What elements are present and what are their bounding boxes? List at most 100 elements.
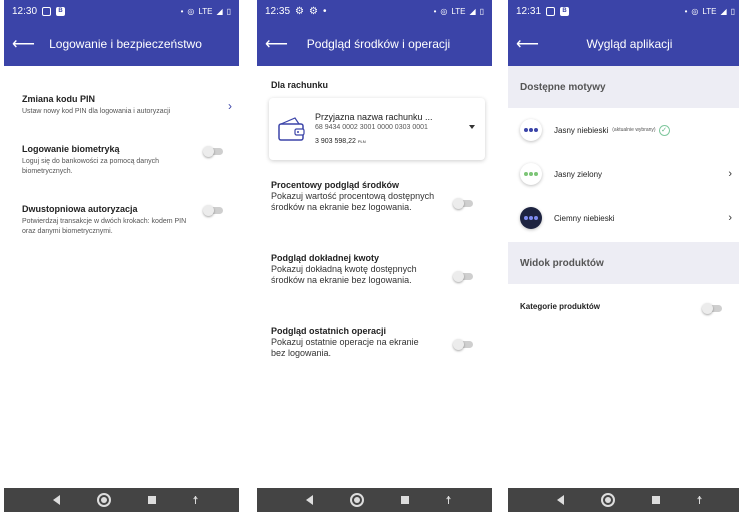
- signal-icon: ◢: [216, 6, 223, 16]
- toggle-knob: [453, 339, 464, 350]
- nav-home-icon[interactable]: [96, 493, 111, 507]
- status-bar: 12:35 ⚙ ⚙ • • ◎ LTE ◢ ▯: [257, 0, 492, 22]
- toggle-knob: [702, 303, 713, 314]
- status-bar: 12:30 B • ◎ LTE ◢ ▯: [4, 0, 239, 22]
- theme-dark-blue[interactable]: Ciemny niebieski ›: [520, 207, 732, 229]
- page-title: Wygląd aplikacji: [586, 37, 673, 51]
- product-categories-label: Kategorie produktów: [520, 302, 601, 311]
- nav-home-icon[interactable]: [600, 493, 615, 507]
- app-bar: ⟵ Podgląd środków i operacji: [257, 22, 492, 66]
- accessibility-icon[interactable]: ☨: [446, 494, 452, 507]
- dropdown-arrow-icon[interactable]: [469, 125, 475, 129]
- dot-icon: •: [180, 6, 184, 16]
- nav-home-icon[interactable]: [349, 493, 364, 507]
- accessibility-icon[interactable]: ☨: [193, 494, 199, 507]
- themes-header-label: Dostępne motywy: [520, 81, 606, 93]
- settings-icon: ⚙: [309, 5, 318, 17]
- percent-preview-item: Procentowy podgląd środków Pokazuj warto…: [271, 180, 451, 213]
- change-pin-desc: Ustaw nowy kod PIN dla logowania i autor…: [22, 108, 171, 115]
- biometric-login-title: Logowanie biometryką: [22, 144, 120, 154]
- product-categories-toggle[interactable]: [702, 303, 722, 314]
- back-arrow-icon[interactable]: ⟵: [265, 34, 289, 54]
- nav-recents-icon[interactable]: [147, 496, 156, 504]
- percent-preview-title: Procentowy podgląd środków: [271, 180, 400, 190]
- screen-security: 12:30 B • ◎ LTE ◢ ▯ ⟵ Logowanie i bezpie…: [4, 0, 239, 512]
- products-header-label: Widok produktów: [520, 257, 604, 269]
- dot-icon: •: [684, 6, 688, 16]
- battery-icon: ▯: [226, 6, 231, 16]
- check-circle-icon: ✓: [658, 124, 670, 136]
- themes-section-header: Dostępne motywy: [508, 66, 739, 108]
- toggle-knob: [453, 271, 464, 282]
- signal-icon: ◢: [469, 6, 476, 16]
- nav-back-icon[interactable]: [305, 495, 313, 505]
- theme-light-green[interactable]: Jasny zielony ›: [520, 163, 732, 185]
- system-nav-bar: ☨: [257, 488, 492, 512]
- status-bar: 12:31 B • ◎ LTE ◢ ▯: [508, 0, 739, 22]
- screenshot-icon: [42, 6, 52, 16]
- dot-icon: •: [322, 5, 327, 17]
- settings-icon: ⚙: [295, 5, 304, 17]
- chevron-right-icon[interactable]: ›: [228, 99, 232, 113]
- recent-operations-toggle[interactable]: [453, 339, 473, 350]
- dot-icon: •: [433, 6, 437, 16]
- change-pin-title: Zmiana kodu PIN: [22, 94, 96, 104]
- toggle-knob: [203, 205, 214, 216]
- recent-operations-desc: Pokazuj ostatnie operacje na ekranie bez…: [271, 337, 419, 358]
- hotspot-icon: ◎: [187, 6, 195, 16]
- biometric-login-toggle[interactable]: [203, 146, 223, 157]
- system-nav-bar: ☨: [508, 488, 739, 512]
- account-currency: PLN: [357, 139, 366, 144]
- status-time: 12:31: [516, 5, 542, 17]
- account-section-label: Dla rachunku: [271, 80, 329, 90]
- status-time: 12:35: [265, 5, 291, 17]
- page-title: Podgląd środków i operacji: [306, 37, 451, 51]
- theme-label: Jasny zielony: [554, 169, 603, 179]
- biometric-login-item: Logowanie biometryką Loguj się do bankow…: [22, 144, 232, 177]
- two-step-auth-toggle[interactable]: [203, 205, 223, 216]
- nav-back-icon[interactable]: [52, 495, 60, 505]
- account-balance: 3 903 598,22 PLN: [315, 138, 366, 145]
- battery-icon: ▯: [479, 6, 484, 16]
- theme-swatch: [520, 207, 542, 229]
- change-pin-item[interactable]: Zmiana kodu PIN Ustaw nowy kod PIN dla l…: [22, 94, 232, 117]
- screenshot-icon: [546, 6, 556, 16]
- exact-amount-desc: Pokazuj dokładną kwotę dostępnych środkó…: [271, 264, 417, 285]
- back-arrow-icon[interactable]: ⟵: [516, 34, 540, 54]
- screen-balance-preview: 12:35 ⚙ ⚙ • • ◎ LTE ◢ ▯ ⟵ Podgląd środkó…: [257, 0, 492, 512]
- account-balance-value: 3 903 598,22: [315, 138, 356, 145]
- signal-icon: ◢: [720, 6, 727, 16]
- accessibility-icon[interactable]: ☨: [697, 494, 703, 507]
- exact-amount-toggle[interactable]: [453, 271, 473, 282]
- biometric-login-desc: Loguj się do bankowości za pomocą danych…: [22, 158, 159, 175]
- page-title: Logowanie i bezpieczeństwo: [49, 37, 202, 51]
- theme-swatch: [520, 119, 542, 141]
- products-section-header: Widok produktów: [508, 242, 739, 284]
- percent-preview-desc: Pokazuj wartość procentową dostępnych śr…: [271, 191, 435, 212]
- account-selector[interactable]: Przyjazna nazwa rachunku ... 68 9434 000…: [269, 98, 485, 160]
- nav-recents-icon[interactable]: [400, 496, 409, 504]
- theme-swatch: [520, 163, 542, 185]
- back-arrow-icon[interactable]: ⟵: [12, 34, 36, 54]
- app-b-icon: B: [56, 6, 66, 16]
- network-label: LTE: [702, 6, 717, 16]
- theme-light-blue[interactable]: Jasny niebieski (aktualnie wybrany) ✓: [520, 119, 732, 141]
- hotspot-icon: ◎: [440, 6, 448, 16]
- status-time: 12:30: [12, 5, 38, 17]
- nav-recents-icon[interactable]: [651, 496, 660, 504]
- exact-amount-item: Podgląd dokładnej kwoty Pokazuj dokładną…: [271, 253, 451, 286]
- network-label: LTE: [198, 6, 213, 16]
- percent-preview-toggle[interactable]: [453, 198, 473, 209]
- theme-label: Jasny niebieski: [554, 125, 609, 135]
- chevron-right-icon: ›: [728, 212, 732, 224]
- two-step-auth-desc: Potwierdzaj transakcje w dwóch krokach: …: [22, 218, 187, 235]
- current-theme-note: (aktualnie wybrany): [612, 127, 656, 133]
- account-number: 68 9434 0002 3001 0000 0303 0001: [315, 124, 428, 131]
- toggle-knob: [203, 146, 214, 157]
- network-label: LTE: [451, 6, 466, 16]
- app-b-icon: B: [560, 6, 570, 16]
- battery-icon: ▯: [730, 6, 735, 16]
- wallet-icon: [278, 117, 305, 141]
- recent-operations-item: Podgląd ostatnich operacji Pokazuj ostat…: [271, 326, 451, 359]
- nav-back-icon[interactable]: [556, 495, 564, 505]
